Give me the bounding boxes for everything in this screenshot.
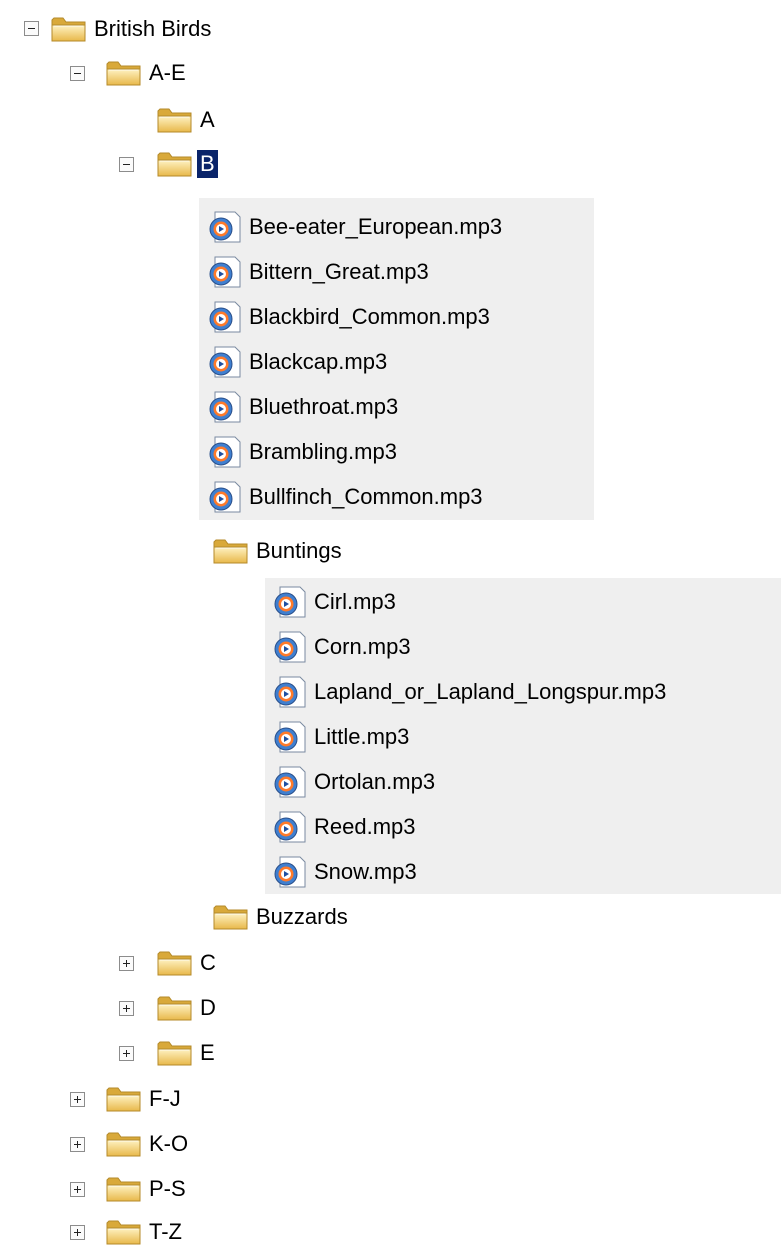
file-item[interactable]: Blackcap.mp3 <box>205 346 390 378</box>
node-label: T-Z <box>149 1219 182 1244</box>
file-label: Reed.mp3 <box>314 814 416 839</box>
media-file-icon <box>270 810 308 844</box>
media-file-icon <box>205 390 243 424</box>
file-label: Little.mp3 <box>314 724 410 749</box>
folder-icon <box>212 902 250 932</box>
media-file-icon <box>270 675 308 709</box>
expand-box-k-o[interactable] <box>70 1137 85 1152</box>
folder-icon <box>105 58 143 88</box>
file-item[interactable]: Bullfinch_Common.mp3 <box>205 481 486 513</box>
folder-icon <box>105 1217 143 1247</box>
folder-icon <box>156 993 194 1023</box>
node-label: British Birds <box>94 16 212 41</box>
tree-node-e[interactable]: E <box>156 1037 218 1069</box>
tree-node-british-birds[interactable]: British Birds <box>50 13 214 45</box>
expand-box-e[interactable] <box>119 1046 134 1061</box>
file-label: Bluethroat.mp3 <box>249 394 399 419</box>
expand-box-c[interactable] <box>119 956 134 971</box>
node-label: E <box>200 1040 215 1065</box>
file-item[interactable]: Brambling.mp3 <box>205 436 400 468</box>
collapse-box-a-e[interactable] <box>70 66 85 81</box>
tree-node-c[interactable]: C <box>156 947 219 979</box>
file-item[interactable]: Bluethroat.mp3 <box>205 391 401 423</box>
tree-node-t-z[interactable]: T-Z <box>105 1216 185 1248</box>
media-file-icon <box>270 720 308 754</box>
file-item[interactable]: Reed.mp3 <box>270 811 419 843</box>
file-item[interactable]: Corn.mp3 <box>270 631 414 663</box>
expand-box-t-z[interactable] <box>70 1225 85 1240</box>
media-file-icon <box>270 855 308 889</box>
tree-node-a[interactable]: A <box>156 104 218 136</box>
collapse-box-british-birds[interactable] <box>24 21 39 36</box>
collapse-box-b[interactable] <box>119 157 134 172</box>
node-label: F-J <box>149 1086 181 1111</box>
file-label: Blackcap.mp3 <box>249 349 388 374</box>
file-item[interactable]: Lapland_or_Lapland_Longspur.mp3 <box>270 676 669 708</box>
file-label: Snow.mp3 <box>314 859 417 884</box>
tree-node-buntings[interactable]: Buntings <box>212 535 345 567</box>
folder-icon <box>212 536 250 566</box>
media-file-icon <box>205 480 243 514</box>
media-file-icon <box>205 435 243 469</box>
media-file-icon <box>205 255 243 289</box>
tree-node-buzzards[interactable]: Buzzards <box>212 901 351 933</box>
media-file-icon <box>205 210 243 244</box>
tree-node-b[interactable]: B <box>156 148 218 180</box>
file-item[interactable]: Cirl.mp3 <box>270 586 399 618</box>
file-label: Ortolan.mp3 <box>314 769 436 794</box>
expand-box-p-s[interactable] <box>70 1182 85 1197</box>
file-label: Brambling.mp3 <box>249 439 397 464</box>
folder-icon <box>105 1174 143 1204</box>
media-file-icon <box>270 630 308 664</box>
folder-icon <box>105 1129 143 1159</box>
folder-icon <box>156 948 194 978</box>
expand-box-f-j[interactable] <box>70 1092 85 1107</box>
folder-icon <box>156 149 194 179</box>
tree-node-k-o[interactable]: K-O <box>105 1128 191 1160</box>
folder-icon <box>156 1038 194 1068</box>
tree-node-a-e[interactable]: A-E <box>105 57 189 89</box>
media-file-icon <box>205 345 243 379</box>
file-label: Bittern_Great.mp3 <box>249 259 429 284</box>
file-label: Bee-eater_European.mp3 <box>249 214 503 239</box>
file-item[interactable]: Bee-eater_European.mp3 <box>205 211 505 243</box>
node-label: C <box>200 950 216 975</box>
media-file-icon <box>270 585 308 619</box>
node-label: Buzzards <box>256 904 348 929</box>
node-label: A-E <box>149 60 186 85</box>
tree-node-p-s[interactable]: P-S <box>105 1173 189 1205</box>
file-label: Cirl.mp3 <box>314 589 396 614</box>
file-item[interactable]: Ortolan.mp3 <box>270 766 438 798</box>
node-label: P-S <box>149 1176 186 1201</box>
node-label-selected: B <box>197 150 218 178</box>
file-label: Corn.mp3 <box>314 634 411 659</box>
media-file-icon <box>205 300 243 334</box>
folder-icon <box>156 105 194 135</box>
tree-node-f-j[interactable]: F-J <box>105 1083 184 1115</box>
file-item[interactable]: Bittern_Great.mp3 <box>205 256 432 288</box>
file-label: Bullfinch_Common.mp3 <box>249 484 483 509</box>
file-item[interactable]: Snow.mp3 <box>270 856 420 888</box>
tree-node-d[interactable]: D <box>156 992 219 1024</box>
file-label: Blackbird_Common.mp3 <box>249 304 490 329</box>
node-label: Buntings <box>256 538 342 563</box>
folder-icon <box>50 14 88 44</box>
node-label: A <box>200 107 215 132</box>
folder-icon <box>105 1084 143 1114</box>
node-label: D <box>200 995 216 1020</box>
expand-box-d[interactable] <box>119 1001 134 1016</box>
file-item[interactable]: Blackbird_Common.mp3 <box>205 301 493 333</box>
file-item[interactable]: Little.mp3 <box>270 721 412 753</box>
media-file-icon <box>270 765 308 799</box>
file-label: Lapland_or_Lapland_Longspur.mp3 <box>314 679 667 704</box>
node-label: K-O <box>149 1131 189 1156</box>
